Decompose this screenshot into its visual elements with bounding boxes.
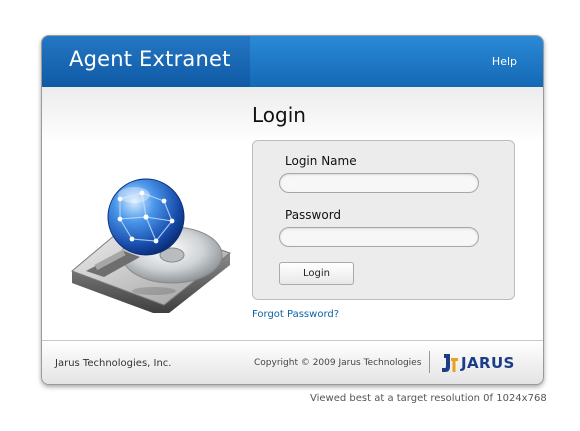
company-name: Jarus Technologies, Inc. (55, 358, 172, 369)
hard-drive-globe-icon (71, 178, 232, 313)
brand-logo: JARUS (440, 352, 515, 374)
password-label: Password (285, 208, 342, 222)
login-button[interactable]: Login (279, 262, 354, 285)
footer-divider (429, 351, 430, 373)
app-title-panel: Agent Extranet (42, 36, 250, 87)
login-name-input[interactable] (279, 173, 479, 193)
login-name-label: Login Name (285, 154, 357, 168)
app-header: Agent Extranet Help (42, 36, 543, 87)
app-title: Agent Extranet (69, 47, 231, 71)
help-link[interactable]: Help (492, 55, 517, 68)
forgot-password-link[interactable]: Forgot Password? (252, 309, 339, 320)
copyright-text: Copyright © 2009 Jarus Technologies (254, 358, 422, 368)
brand-text: JARUS (461, 354, 515, 372)
main-content: Login Login Name Password Login Forgot P… (42, 87, 543, 340)
resolution-note: Viewed best at a target resolution 0f 10… (310, 393, 547, 404)
login-heading: Login (252, 103, 306, 127)
login-window: Agent Extranet Help Login Login Name Pas… (41, 35, 544, 385)
login-form: Login Name Password Login (252, 140, 515, 300)
jarus-logo-icon (442, 354, 458, 372)
footer: Jarus Technologies, Inc. Copyright © 200… (42, 340, 543, 384)
password-input[interactable] (279, 227, 479, 247)
